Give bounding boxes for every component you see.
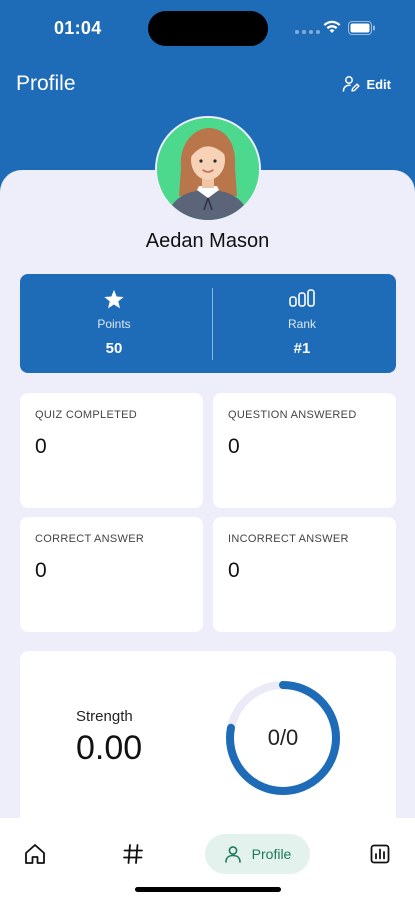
edit-button-label: Edit [366,76,391,92]
question-answered-card: QUESTION ANSWERED 0 [213,393,396,508]
metric-value: 0 [35,559,47,582]
metric-value: 0 [228,559,240,582]
incorrect-answer-card: INCORRECT ANSWER 0 [213,517,396,632]
nav-profile[interactable]: Profile [205,834,310,874]
home-indicator [135,887,281,892]
app-header: Profile Edit [0,58,415,118]
wifi-icon [323,20,341,33]
avatar [155,116,261,222]
battery-icon [348,21,375,35]
dynamic-island [148,11,268,46]
avatar-illustration [157,118,259,220]
user-icon [224,846,241,863]
rank-bars-icon [289,289,315,307]
status-time: 01:04 [54,18,102,38]
metric-label: CORRECT ANSWER [35,533,145,545]
metric-label: QUIZ COMPLETED [35,409,137,421]
nav-categories[interactable] [118,834,148,874]
user-name: Aedan Mason [145,230,270,252]
home-icon [25,844,45,864]
metric-value: 0 [228,435,240,458]
metric-value: 0 [35,435,47,458]
strength-ring-text: 0/0 [267,725,299,750]
points-stat: Points 50 [20,274,208,373]
quiz-completed-card: QUIZ COMPLETED 0 [20,393,203,508]
correct-answer-card: CORRECT ANSWER 0 [20,517,203,632]
edit-user-icon [343,76,361,92]
signal-icon [295,30,320,34]
stats-card: Points 50 Rank #1 [20,274,396,373]
hash-icon [123,844,143,864]
strength-card: Strength 0.00 0/0 [20,651,396,826]
metric-label: INCORRECT ANSWER [228,533,349,545]
leaderboard-icon [370,844,390,864]
rank-stat: Rank #1 [208,274,396,373]
status-bar: 01:04 [0,0,415,58]
strength-label: Strength [76,708,133,725]
nav-leaderboard[interactable] [365,834,395,874]
page-title: Profile [16,72,76,95]
star-icon [104,289,124,309]
edit-profile-button[interactable]: Edit [342,72,391,96]
points-value: 50 [105,340,123,357]
nav-profile-label: Profile [251,846,292,862]
rank-value: #1 [293,340,311,357]
points-label: Points [97,317,131,331]
strength-value: 0.00 [76,729,143,767]
rank-label: Rank [287,317,316,331]
metric-label: QUESTION ANSWERED [228,409,357,421]
nav-home[interactable] [20,834,50,874]
